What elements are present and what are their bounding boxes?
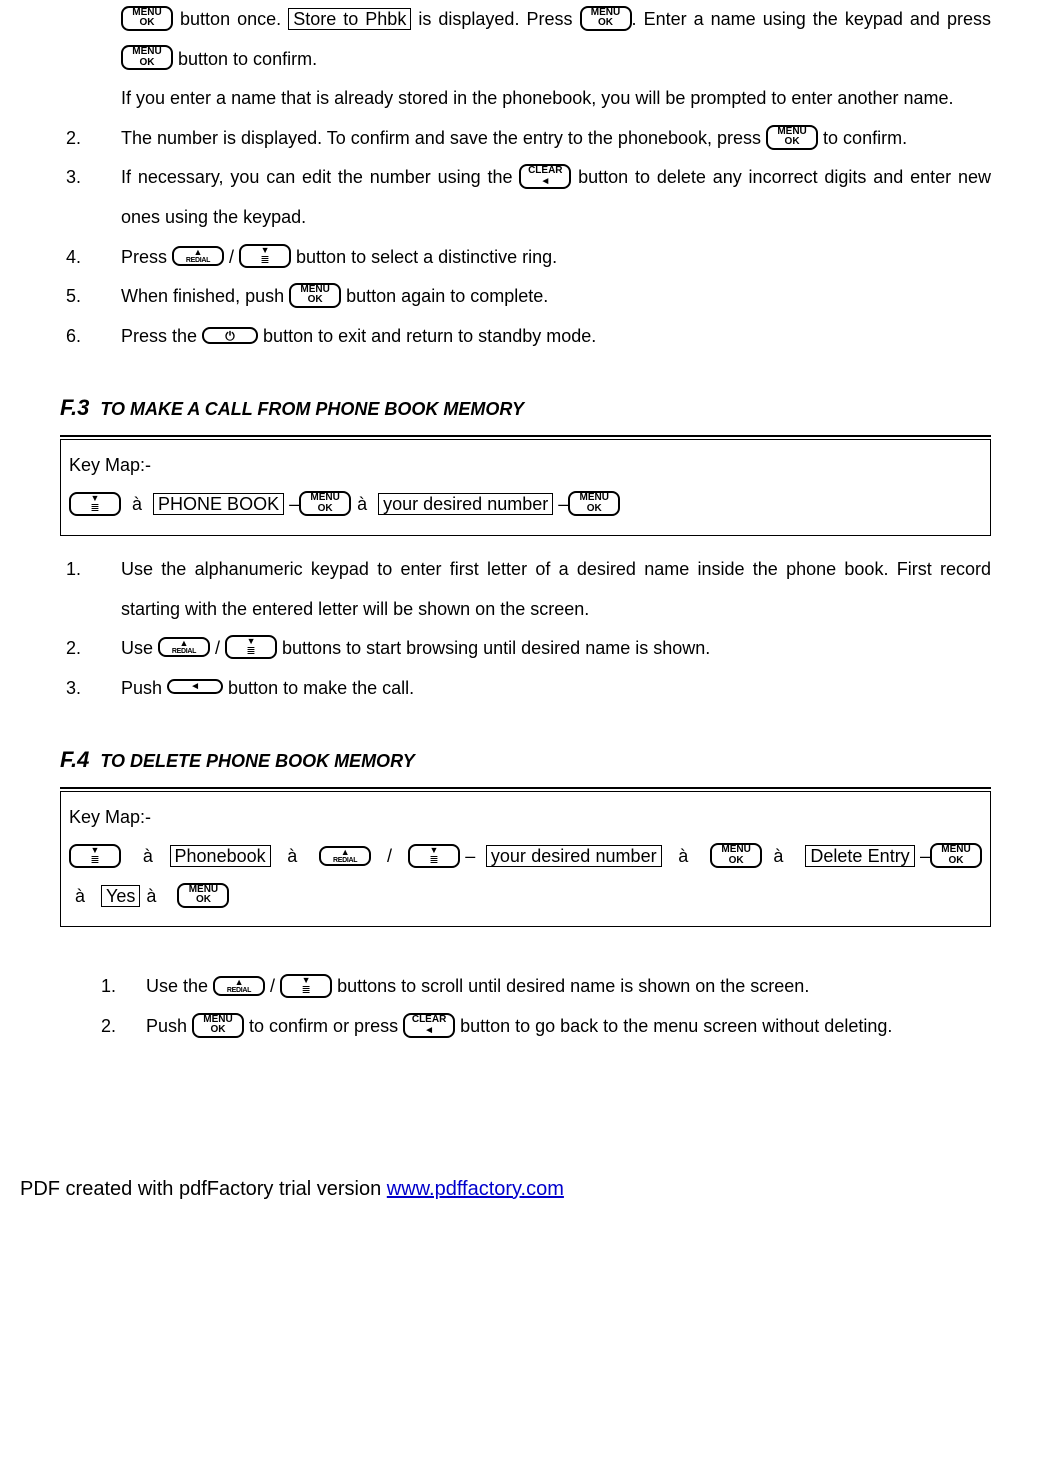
list-item: 5. When finished, push MENUOK button aga…: [60, 277, 991, 317]
phonebook-label: Phonebook: [170, 845, 271, 867]
menu-ok-key-icon: MENUOK: [930, 843, 982, 868]
menu-ok-key-icon: MENUOK: [710, 843, 762, 868]
clear-key-icon: CLEAR: [403, 1013, 455, 1038]
page-content: MENUOK button once. Store to Phbk is dis…: [0, 0, 1051, 1087]
list-item: 1. Use the alphanumeric keypad to enter …: [60, 550, 991, 629]
desired-number-label: your desired number: [486, 845, 662, 867]
up-redial-key-icon: REDIAL: [319, 846, 371, 866]
yes-label: Yes: [101, 885, 140, 907]
menu-ok-key-icon: MENUOK: [192, 1013, 244, 1038]
arrow-icon: à: [351, 485, 373, 525]
list-item: 4. Press REDIAL / button to select a dis…: [60, 238, 991, 278]
speaker-key-icon: [167, 679, 223, 694]
section-f3-heading: F.3 TO MAKE A CALL FROM PHONE BOOK MEMOR…: [60, 384, 991, 436]
menu-ok-key-icon: MENUOK: [289, 283, 341, 308]
clear-key-icon: CLEAR: [519, 164, 571, 189]
pdf-footer: PDF created with pdfFactory trial versio…: [0, 1167, 1051, 1231]
phonebook-label: PHONE BOOK: [153, 493, 284, 515]
arrow-icon: à: [281, 837, 303, 877]
menu-ok-key-icon: MENUOK: [121, 45, 173, 70]
list-item: 6. Press the button to exit and return t…: [60, 317, 991, 357]
down-list-key-icon: [239, 244, 291, 268]
keymap-f3: Key Map:- à PHONE BOOK –MENUOKà your des…: [60, 439, 991, 536]
down-list-key-icon: [408, 844, 460, 868]
menu-ok-key-icon: MENUOK: [177, 883, 229, 908]
list-item: 1. Use the REDIAL / buttons to scroll un…: [95, 967, 991, 1007]
menu-ok-key-icon: MENUOK: [568, 491, 620, 516]
intro-list: MENUOK button once. Store to Phbk is dis…: [60, 0, 991, 356]
up-redial-key-icon: REDIAL: [213, 976, 265, 996]
up-redial-key-icon: REDIAL: [172, 246, 224, 266]
handset-power-key-icon: [202, 327, 258, 344]
down-list-key-icon: [69, 492, 121, 516]
list-item: 2. Push MENUOK to confirm or press CLEAR…: [95, 1007, 991, 1047]
list-item: 3. Push button to make the call.: [60, 669, 991, 709]
arrow-icon: à: [672, 837, 694, 877]
intro-note: If you enter a name that is already stor…: [121, 79, 991, 119]
section-f4-heading: F.4 TO DELETE PHONE BOOK MEMORY: [60, 736, 991, 788]
keymap-label: Key Map:-: [69, 446, 982, 486]
menu-ok-key-icon: MENUOK: [299, 491, 351, 516]
arrow-icon: à: [767, 837, 789, 877]
menu-ok-key-icon: MENUOK: [580, 6, 632, 31]
delete-entry-label: Delete Entry: [805, 845, 914, 867]
list-item: 2. Use REDIAL / buttons to start browsin…: [60, 629, 991, 669]
up-redial-key-icon: REDIAL: [158, 637, 210, 657]
down-list-key-icon: [225, 635, 277, 659]
intro-text: MENUOK button once. Store to Phbk is dis…: [121, 0, 991, 79]
list-item: 2. The number is displayed. To confirm a…: [60, 119, 991, 159]
arrow-icon: à: [137, 837, 159, 877]
list-item: 3. If necessary, you can edit the number…: [60, 158, 991, 237]
store-to-phbk-label: Store to Phbk: [288, 8, 411, 30]
desired-number-label: your desired number: [378, 493, 553, 515]
arrow-icon: à: [140, 877, 162, 917]
down-list-key-icon: [280, 974, 332, 998]
down-list-key-icon: [69, 844, 121, 868]
f4-list: 1. Use the REDIAL / buttons to scroll un…: [60, 967, 991, 1046]
menu-ok-key-icon: MENUOK: [121, 6, 173, 31]
f3-list: 1. Use the alphanumeric keypad to enter …: [60, 550, 991, 708]
keymap-label: Key Map:-: [69, 798, 982, 838]
arrow-icon: à: [126, 485, 148, 525]
menu-ok-key-icon: MENUOK: [766, 125, 818, 150]
arrow-icon: à: [69, 877, 91, 917]
pdffactory-link[interactable]: www.pdffactory.com: [387, 1178, 564, 1200]
keymap-f4: Key Map:- à Phonebook à REDIAL / – your …: [60, 791, 991, 928]
